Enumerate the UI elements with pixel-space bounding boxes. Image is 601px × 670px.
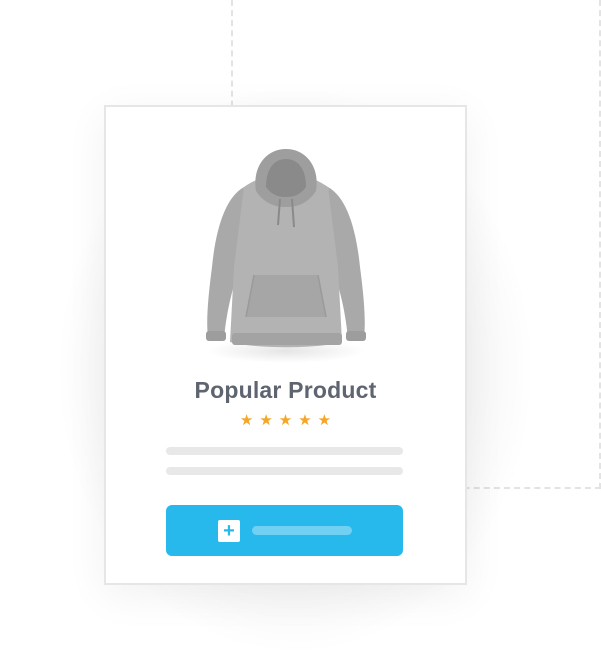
canvas: Popular Product ★★★★★ + <box>0 0 601 670</box>
hoodie-image <box>206 149 366 348</box>
star-rating: ★★★★★ <box>239 412 338 429</box>
button-label-placeholder <box>252 526 352 535</box>
placeholder-text-line <box>166 447 403 455</box>
add-to-cart-button[interactable]: + <box>166 505 403 556</box>
product-title: Popular Product <box>194 377 377 403</box>
plus-icon: + <box>218 520 240 542</box>
product-card[interactable]: Popular Product ★★★★★ + <box>104 105 467 585</box>
placeholder-text-line <box>166 467 403 475</box>
